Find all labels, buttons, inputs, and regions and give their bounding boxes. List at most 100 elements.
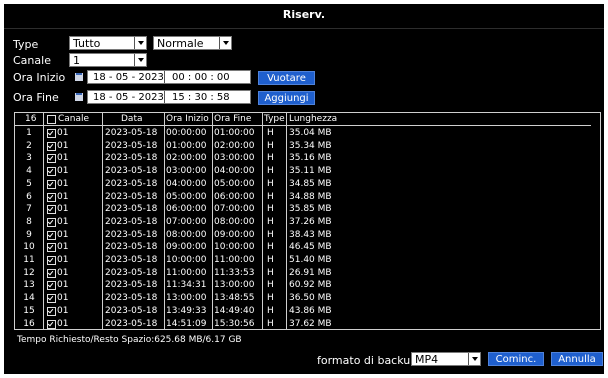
table-row[interactable]: 10 01 2023-05-18 09:00:00 10:00:00 H 46.45 MB xyxy=(15,241,590,253)
cell-inizio: 06:00:00 xyxy=(166,204,207,215)
calendar-icon[interactable] xyxy=(74,92,84,102)
table-row[interactable]: 12 01 2023-05-18 11:00:00 11:33:53 H 26.91 MB xyxy=(15,267,590,279)
cell-n: 10 xyxy=(23,242,35,253)
cell-type: H xyxy=(267,166,274,177)
row-checkbox[interactable] xyxy=(47,294,56,304)
table-row[interactable]: 13 01 2023-05-18 11:34:31 13:00:00 H 60.92 MB xyxy=(15,279,590,291)
table-row[interactable]: 9 01 2023-05-18 08:00:00 09:00:00 H 38.43 MB xyxy=(15,229,590,241)
cell-fine: 11:00:00 xyxy=(214,255,255,265)
table-row[interactable]: 15 01 2023-05-18 13:49:33 14:49:40 H 43.86 MB xyxy=(15,305,590,317)
cell-data: 2023-05-18 xyxy=(105,255,158,265)
header-canale: Canale xyxy=(58,114,90,124)
row-checkbox[interactable] xyxy=(47,256,56,265)
cell-data: 2023-05-18 xyxy=(105,153,158,164)
canale-select-value: 1 xyxy=(73,54,80,67)
cell-type: H xyxy=(267,204,274,215)
row-checkbox[interactable] xyxy=(47,243,56,253)
cell-inizio: 01:00:00 xyxy=(166,140,207,151)
calendar-icon[interactable] xyxy=(74,72,84,82)
ora-fine-label: Ora Fine xyxy=(13,91,59,104)
table-row[interactable]: 1 01 2023-05-18 00:00:00 01:00:00 H 35.04 MB xyxy=(15,127,590,139)
cell-fine: 04:00:00 xyxy=(214,166,255,177)
cell-canale: 01 xyxy=(57,293,69,304)
cell-data: 2023-05-18 xyxy=(105,191,158,202)
cell-size: 35.16 MB xyxy=(289,153,332,164)
cell-canale: 01 xyxy=(57,280,69,291)
chevron-down-icon[interactable] xyxy=(219,37,231,49)
table-row[interactable]: 5 01 2023-05-18 04:00:00 05:00:00 H 34.85 MB xyxy=(15,178,590,190)
title-separator xyxy=(4,28,604,29)
header-ora-inizio: Ora Inizio xyxy=(166,114,209,124)
row-checkbox[interactable] xyxy=(47,230,56,240)
type-select[interactable]: Tutto xyxy=(69,36,147,50)
type-label: Type xyxy=(13,38,39,51)
status-text: Tempo Richiesto/Resto Spazio:625.68 MB/6… xyxy=(17,335,242,345)
cell-data: 2023-05-18 xyxy=(105,267,158,278)
table-row[interactable]: 7 01 2023-05-18 06:00:00 07:00:00 H 35.85 MB xyxy=(15,203,590,215)
cell-n: 12 xyxy=(23,267,35,278)
cell-canale: 01 xyxy=(57,166,69,177)
select-all-checkbox[interactable] xyxy=(47,115,56,124)
row-checkbox[interactable] xyxy=(47,154,56,164)
row-checkbox[interactable] xyxy=(47,281,56,291)
cell-inizio: 05:00:00 xyxy=(166,191,207,202)
vuotare-button[interactable]: Vuotare xyxy=(258,71,315,85)
ora-fine-field[interactable]: 18 - 05 - 2023 15 : 30 : 58 xyxy=(87,90,251,104)
cell-size: 51.40 MB xyxy=(289,255,332,265)
table-scrollbar[interactable] xyxy=(591,113,600,329)
cell-fine: 14:49:40 xyxy=(214,305,255,316)
row-checkbox[interactable] xyxy=(47,129,56,138)
table-row[interactable]: 2 01 2023-05-18 01:00:00 02:00:00 H 35.34 MB xyxy=(15,140,590,152)
cell-canale: 01 xyxy=(57,216,69,227)
cell-fine: 07:00:00 xyxy=(214,204,255,215)
ora-inizio-date: 18 - 05 - 2023 xyxy=(93,72,164,83)
cell-fine: 15:30:56 xyxy=(214,318,255,329)
table-row[interactable]: 11 01 2023-05-18 10:00:00 11:00:00 H 51.40 MB xyxy=(15,254,590,266)
cell-data: 2023-05-18 xyxy=(105,280,158,291)
header-divider xyxy=(15,125,600,126)
chevron-down-icon[interactable] xyxy=(134,54,146,66)
cell-fine: 13:48:55 xyxy=(214,293,255,304)
aggiungi-button[interactable]: Aggiungi xyxy=(258,91,315,105)
row-checkbox[interactable] xyxy=(47,179,56,189)
cell-inizio: 04:00:00 xyxy=(166,178,207,189)
cancel-button[interactable]: Annulla xyxy=(551,352,603,366)
cell-canale: 01 xyxy=(57,191,69,202)
canale-label: Canale xyxy=(13,54,51,67)
chevron-down-icon[interactable] xyxy=(134,37,146,49)
recordings-table: 16 Canale Data Ora Inizio Ora Fine Type … xyxy=(14,112,601,330)
format-select[interactable]: MP4 xyxy=(411,352,481,366)
mode-select[interactable]: Normale xyxy=(153,36,232,50)
row-checkbox[interactable] xyxy=(47,217,56,227)
table-row[interactable]: 3 01 2023-05-18 02:00:00 03:00:00 H 35.16 MB xyxy=(15,152,590,164)
row-checkbox[interactable] xyxy=(47,268,56,278)
cell-data: 2023-05-18 xyxy=(105,140,158,151)
cell-type: H xyxy=(267,140,274,151)
row-checkbox[interactable] xyxy=(47,319,56,329)
table-row[interactable]: 14 01 2023-05-18 13:00:00 13:48:55 H 36.50 MB xyxy=(15,292,590,304)
start-button[interactable]: Cominc. xyxy=(488,352,544,366)
table-row[interactable]: 16 01 2023-05-18 14:51:09 15:30:56 H 37.62 MB xyxy=(15,318,590,330)
row-checkbox[interactable] xyxy=(47,192,56,202)
row-checkbox[interactable] xyxy=(47,141,56,151)
table-row[interactable]: 6 01 2023-05-18 05:00:00 06:00:00 H 34.88 MB xyxy=(15,191,590,203)
cell-fine: 11:33:53 xyxy=(214,267,255,278)
row-checkbox[interactable] xyxy=(47,306,56,316)
cell-fine: 03:00:00 xyxy=(214,153,255,164)
chevron-down-icon[interactable] xyxy=(468,353,480,365)
cell-n: 3 xyxy=(26,153,32,164)
cell-size: 36.50 MB xyxy=(289,293,332,304)
cell-fine: 01:00:00 xyxy=(214,128,255,138)
table-row[interactable]: 4 01 2023-05-18 03:00:00 04:00:00 H 35.11 MB xyxy=(15,165,590,177)
cell-fine: 13:00:00 xyxy=(214,280,255,291)
table-row[interactable]: 8 01 2023-05-18 07:00:00 08:00:00 H 37.26 MB xyxy=(15,216,590,228)
row-checkbox[interactable] xyxy=(47,167,56,177)
canale-select[interactable]: 1 xyxy=(69,53,147,67)
row-checkbox[interactable] xyxy=(47,205,56,215)
cell-fine: 10:00:00 xyxy=(214,242,255,253)
format-label: formato di backup xyxy=(317,354,418,367)
cell-type: H xyxy=(267,280,274,291)
ora-inizio-field[interactable]: 18 - 05 - 2023 00 : 00 : 00 xyxy=(87,70,251,84)
ora-inizio-time: 00 : 00 : 00 xyxy=(172,72,230,83)
cell-size: 34.88 MB xyxy=(289,191,332,202)
